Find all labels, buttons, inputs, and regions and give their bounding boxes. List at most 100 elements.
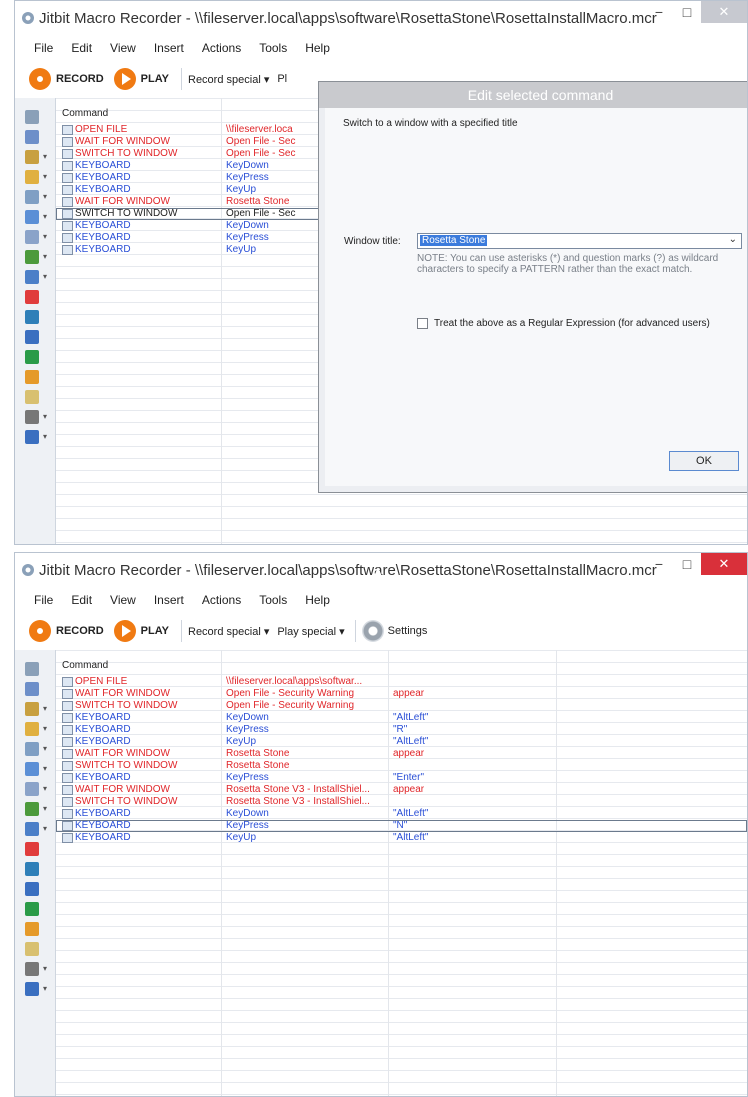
dropdown-arrow-icon[interactable]: ▾: [43, 744, 47, 753]
mouse-icon[interactable]: [25, 110, 39, 124]
window-icon[interactable]: [25, 742, 39, 756]
globe-icon[interactable]: [25, 862, 39, 876]
window-title-combobox[interactable]: Rosetta Stone ⌄: [417, 233, 742, 249]
dropdown-arrow-icon[interactable]: ▾: [43, 232, 47, 241]
window-icon[interactable]: [25, 190, 39, 204]
download-icon[interactable]: [25, 330, 39, 344]
table-row[interactable]: WAIT FOR WINDOW Rosetta Stone appear: [56, 748, 747, 760]
settings-button[interactable]: Settings: [388, 625, 428, 637]
menu-help[interactable]: Help: [296, 41, 339, 59]
timer-icon[interactable]: [25, 702, 39, 716]
dropdown-arrow-icon[interactable]: ▾: [43, 212, 47, 221]
menu-help[interactable]: Help: [296, 593, 339, 611]
screen-icon[interactable]: [25, 782, 39, 796]
earth-icon[interactable]: [25, 350, 39, 364]
if-icon[interactable]: [25, 962, 39, 976]
dropdown-arrow-icon[interactable]: ▾: [43, 432, 47, 441]
screen-icon[interactable]: [25, 230, 39, 244]
table-row[interactable]: KEYBOARD KeyPress "N": [56, 820, 747, 832]
stop-icon[interactable]: [25, 842, 39, 856]
table-row[interactable]: WAIT FOR WINDOW Open File - Security Warn…: [56, 688, 747, 700]
earth-icon[interactable]: [25, 902, 39, 916]
timer-icon[interactable]: [25, 150, 39, 164]
dropdown-arrow-icon[interactable]: ▾: [43, 824, 47, 833]
dropdown-arrow-icon[interactable]: ▾: [43, 192, 47, 201]
brush-icon[interactable]: [25, 802, 39, 816]
table-row[interactable]: SWITCH TO WINDOW Open File - Security War…: [56, 700, 747, 712]
table-row[interactable]: KEYBOARD KeyDown "AltLeft": [56, 808, 747, 820]
menu-tools[interactable]: Tools: [250, 593, 296, 611]
globe-icon[interactable]: [25, 310, 39, 324]
keyboard-icon[interactable]: [25, 130, 39, 144]
dropdown-arrow-icon[interactable]: ▾: [43, 152, 47, 161]
play-button[interactable]: PLAY: [113, 68, 169, 90]
download-icon[interactable]: [25, 882, 39, 896]
menu-view[interactable]: View: [101, 41, 145, 59]
dropdown-arrow-icon[interactable]: ▾: [43, 784, 47, 793]
maximize-button[interactable]: □: [673, 553, 701, 575]
dropdown-arrow-icon[interactable]: ▾: [43, 172, 47, 181]
close-button[interactable]: ✕: [701, 553, 747, 575]
if-icon[interactable]: [25, 410, 39, 424]
menu-file[interactable]: File: [25, 41, 62, 59]
chevron-down-icon[interactable]: ⌄: [729, 234, 737, 245]
play-box-icon[interactable]: [25, 370, 39, 384]
refresh-icon[interactable]: [25, 430, 39, 444]
close-button[interactable]: ✕: [701, 1, 747, 23]
dropdown-arrow-icon[interactable]: ▾: [43, 252, 47, 261]
menu-insert[interactable]: Insert: [145, 593, 193, 611]
record-special-dropdown[interactable]: Record special ▾: [188, 73, 269, 86]
folder-icon[interactable]: [25, 722, 39, 736]
command-grid[interactable]: Command OPEN FILE \\fileserver.local\apps…: [56, 650, 747, 1096]
dropdown-arrow-icon[interactable]: ▾: [43, 272, 47, 281]
keyboard-icon[interactable]: [25, 682, 39, 696]
record-special-dropdown[interactable]: Record special ▾: [188, 625, 269, 638]
refresh-icon[interactable]: [25, 982, 39, 996]
column-header-command[interactable]: Command: [62, 660, 108, 671]
play-special-dropdown[interactable]: Pl: [277, 73, 287, 85]
record-button[interactable]: RECORD: [29, 68, 104, 90]
menu-actions[interactable]: Actions: [193, 41, 250, 59]
dropdown-arrow-icon[interactable]: ▾: [43, 724, 47, 733]
menu-file[interactable]: File: [25, 593, 62, 611]
table-row[interactable]: KEYBOARD KeyUp "AltLeft": [56, 832, 747, 844]
checkbox-box[interactable]: [417, 318, 428, 329]
dropdown-arrow-icon[interactable]: ▾: [43, 964, 47, 973]
dropdown-arrow-icon[interactable]: ▾: [43, 412, 47, 421]
image-icon[interactable]: [25, 822, 39, 836]
table-row[interactable]: SWITCH TO WINDOW Rosetta Stone V3 - Insta…: [56, 796, 747, 808]
dropdown-arrow-icon[interactable]: ▾: [43, 704, 47, 713]
image-icon[interactable]: [25, 270, 39, 284]
play-box-icon[interactable]: [25, 922, 39, 936]
table-row[interactable]: KEYBOARD KeyPress "R": [56, 724, 747, 736]
window-title-value[interactable]: Rosetta Stone: [420, 235, 488, 246]
play-button[interactable]: PLAY: [113, 620, 169, 642]
script-icon[interactable]: [25, 390, 39, 404]
column-header-command[interactable]: Command: [62, 108, 108, 119]
play-special-dropdown[interactable]: Play special ▾: [277, 625, 344, 638]
menu-edit[interactable]: Edit: [62, 593, 101, 611]
record-button[interactable]: RECORD: [29, 620, 104, 642]
ok-button[interactable]: OK: [669, 451, 739, 471]
regex-checkbox[interactable]: Treat the above as a Regular Expression …: [417, 318, 710, 329]
minimize-button[interactable]: −: [645, 1, 673, 23]
minimize-button[interactable]: −: [645, 553, 673, 575]
menu-actions[interactable]: Actions: [193, 593, 250, 611]
text-icon[interactable]: [25, 762, 39, 776]
table-row[interactable]: SWITCH TO WINDOW Rosetta Stone: [56, 760, 747, 772]
stop-icon[interactable]: [25, 290, 39, 304]
folder-icon[interactable]: [25, 170, 39, 184]
menu-edit[interactable]: Edit: [62, 41, 101, 59]
table-row[interactable]: KEYBOARD KeyPress "Enter": [56, 772, 747, 784]
maximize-button[interactable]: □: [673, 1, 701, 23]
text-icon[interactable]: [25, 210, 39, 224]
table-row[interactable]: KEYBOARD KeyDown "AltLeft": [56, 712, 747, 724]
menu-insert[interactable]: Insert: [145, 41, 193, 59]
script-icon[interactable]: [25, 942, 39, 956]
dropdown-arrow-icon[interactable]: ▾: [43, 764, 47, 773]
table-row[interactable]: OPEN FILE \\fileserver.local\apps\softwar…: [56, 676, 747, 688]
dropdown-arrow-icon[interactable]: ▾: [43, 804, 47, 813]
table-row[interactable]: WAIT FOR WINDOW Rosetta Stone V3 - Instal…: [56, 784, 747, 796]
menu-tools[interactable]: Tools: [250, 41, 296, 59]
table-row[interactable]: KEYBOARD KeyUp "AltLeft": [56, 736, 747, 748]
